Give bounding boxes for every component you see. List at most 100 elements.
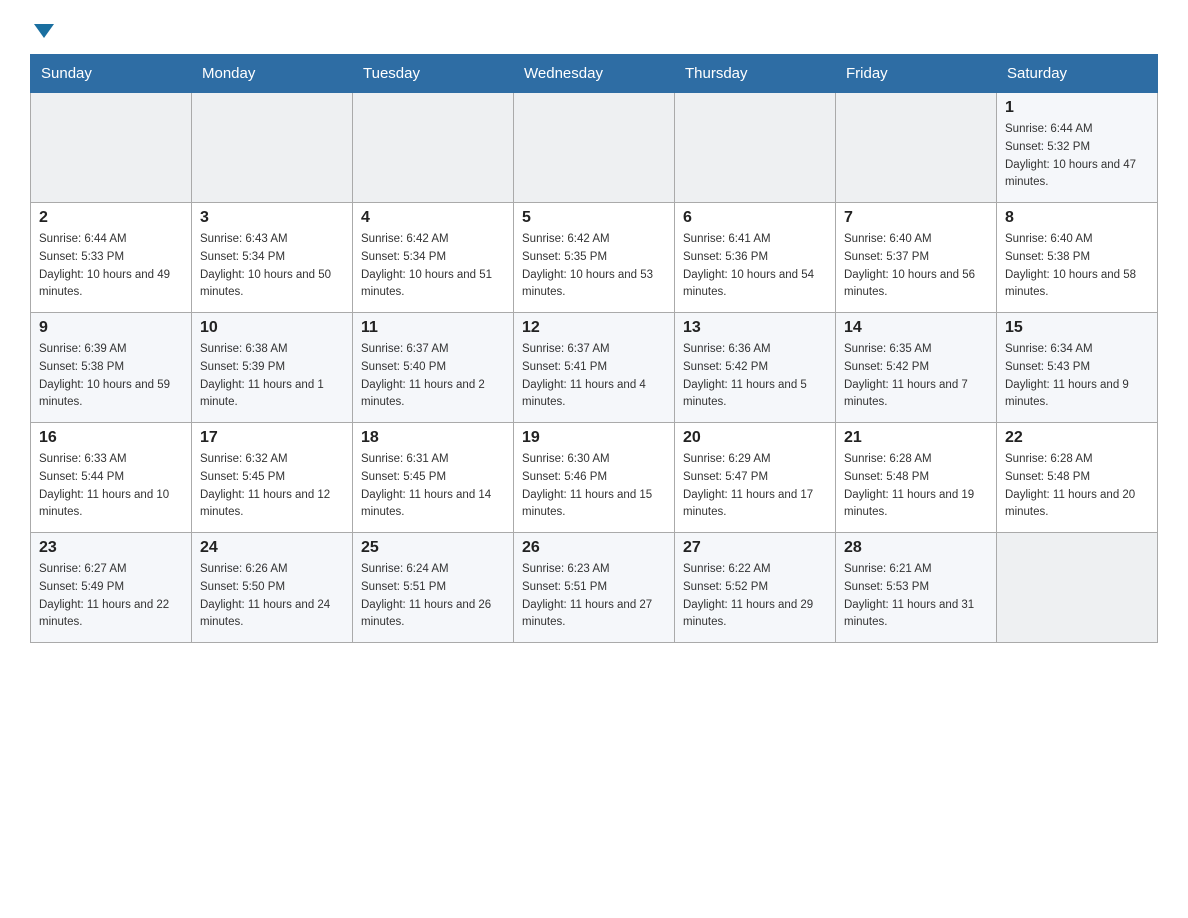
- day-info: Sunrise: 6:33 AM Sunset: 5:44 PM Dayligh…: [39, 451, 183, 522]
- day-number: 9: [39, 319, 183, 337]
- calendar-cell: [353, 93, 514, 203]
- day-info: Sunrise: 6:31 AM Sunset: 5:45 PM Dayligh…: [361, 451, 505, 522]
- calendar-cell: 19 Sunrise: 6:30 AM Sunset: 5:46 PM Dayli…: [514, 423, 675, 533]
- day-number: 10: [200, 319, 344, 337]
- day-info: Sunrise: 6:28 AM Sunset: 5:48 PM Dayligh…: [844, 451, 988, 522]
- day-info: Sunrise: 6:39 AM Sunset: 5:38 PM Dayligh…: [39, 341, 183, 412]
- calendar-week-row: 2 Sunrise: 6:44 AM Sunset: 5:33 PM Daylig…: [31, 203, 1158, 313]
- calendar-cell: 6Sunrise: 6:41 AM Sunset: 5:36 PM Daylig…: [675, 203, 836, 313]
- day-info: Sunrise: 6:38 AM Sunset: 5:39 PM Dayligh…: [200, 341, 344, 412]
- day-number: 1: [1005, 99, 1149, 117]
- day-number: 13: [683, 319, 827, 337]
- day-number: 3: [200, 209, 344, 227]
- day-info: Sunrise: 6:28 AM Sunset: 5:48 PM Dayligh…: [1005, 451, 1149, 522]
- day-info: Sunrise: 6:43 AM Sunset: 5:34 PM Dayligh…: [200, 231, 344, 302]
- calendar-cell: 11 Sunrise: 6:37 AM Sunset: 5:40 PM Dayli…: [353, 313, 514, 423]
- day-info: Sunrise: 6:23 AM Sunset: 5:51 PM Dayligh…: [522, 561, 666, 632]
- day-info: Sunrise: 6:44 AM Sunset: 5:33 PM Dayligh…: [39, 231, 183, 302]
- day-of-week-header: Friday: [836, 55, 997, 93]
- calendar-cell: 1 Sunrise: 6:44 AM Sunset: 5:32 PM Daylig…: [997, 93, 1158, 203]
- page-header: [30, 20, 1158, 38]
- calendar-cell: 21Sunrise: 6:28 AM Sunset: 5:48 PM Dayli…: [836, 423, 997, 533]
- calendar-cell: 4 Sunrise: 6:42 AM Sunset: 5:34 PM Daylig…: [353, 203, 514, 313]
- calendar-table: SundayMondayTuesdayWednesdayThursdayFrid…: [30, 54, 1158, 643]
- calendar-cell: 3 Sunrise: 6:43 AM Sunset: 5:34 PM Daylig…: [192, 203, 353, 313]
- calendar-week-row: 9 Sunrise: 6:39 AM Sunset: 5:38 PM Daylig…: [31, 313, 1158, 423]
- logo-general-text: [30, 20, 54, 38]
- calendar-cell: 13 Sunrise: 6:36 AM Sunset: 5:42 PM Dayli…: [675, 313, 836, 423]
- day-number: 22: [1005, 429, 1149, 447]
- calendar-cell: 5 Sunrise: 6:42 AM Sunset: 5:35 PM Daylig…: [514, 203, 675, 313]
- calendar-cell: 17Sunrise: 6:32 AM Sunset: 5:45 PM Dayli…: [192, 423, 353, 533]
- calendar-cell: 27 Sunrise: 6:22 AM Sunset: 5:52 PM Dayli…: [675, 533, 836, 643]
- day-number: 17: [200, 429, 344, 447]
- day-info: Sunrise: 6:34 AM Sunset: 5:43 PM Dayligh…: [1005, 341, 1149, 412]
- day-info: Sunrise: 6:41 AM Sunset: 5:36 PM Dayligh…: [683, 231, 827, 302]
- day-number: 24: [200, 539, 344, 557]
- calendar-cell: [675, 93, 836, 203]
- calendar-header-row: SundayMondayTuesdayWednesdayThursdayFrid…: [31, 55, 1158, 93]
- calendar-cell: [836, 93, 997, 203]
- calendar-cell: 22 Sunrise: 6:28 AM Sunset: 5:48 PM Dayli…: [997, 423, 1158, 533]
- calendar-cell: 25 Sunrise: 6:24 AM Sunset: 5:51 PM Dayli…: [353, 533, 514, 643]
- day-number: 27: [683, 539, 827, 557]
- calendar-cell: [31, 93, 192, 203]
- calendar-cell: 24 Sunrise: 6:26 AM Sunset: 5:50 PM Dayli…: [192, 533, 353, 643]
- calendar-week-row: 16 Sunrise: 6:33 AM Sunset: 5:44 PM Dayli…: [31, 423, 1158, 533]
- day-info: Sunrise: 6:44 AM Sunset: 5:32 PM Dayligh…: [1005, 121, 1149, 192]
- day-number: 12: [522, 319, 666, 337]
- day-info: Sunrise: 6:40 AM Sunset: 5:37 PM Dayligh…: [844, 231, 988, 302]
- day-number: 2: [39, 209, 183, 227]
- calendar-cell: 20Sunrise: 6:29 AM Sunset: 5:47 PM Dayli…: [675, 423, 836, 533]
- day-number: 15: [1005, 319, 1149, 337]
- day-info: Sunrise: 6:26 AM Sunset: 5:50 PM Dayligh…: [200, 561, 344, 632]
- calendar-cell: 12 Sunrise: 6:37 AM Sunset: 5:41 PM Dayli…: [514, 313, 675, 423]
- day-info: Sunrise: 6:35 AM Sunset: 5:42 PM Dayligh…: [844, 341, 988, 412]
- day-number: 4: [361, 209, 505, 227]
- calendar-cell: 26 Sunrise: 6:23 AM Sunset: 5:51 PM Dayli…: [514, 533, 675, 643]
- calendar-cell: 18 Sunrise: 6:31 AM Sunset: 5:45 PM Dayli…: [353, 423, 514, 533]
- day-number: 16: [39, 429, 183, 447]
- day-of-week-header: Saturday: [997, 55, 1158, 93]
- day-number: 8: [1005, 209, 1149, 227]
- calendar-cell: 16 Sunrise: 6:33 AM Sunset: 5:44 PM Dayli…: [31, 423, 192, 533]
- logo-arrow-icon: [34, 24, 54, 38]
- day-of-week-header: Sunday: [31, 55, 192, 93]
- day-number: 14: [844, 319, 988, 337]
- day-info: Sunrise: 6:37 AM Sunset: 5:41 PM Dayligh…: [522, 341, 666, 412]
- day-info: Sunrise: 6:37 AM Sunset: 5:40 PM Dayligh…: [361, 341, 505, 412]
- day-number: 11: [361, 319, 505, 337]
- day-number: 5: [522, 209, 666, 227]
- logo: [30, 20, 54, 38]
- day-info: Sunrise: 6:27 AM Sunset: 5:49 PM Dayligh…: [39, 561, 183, 632]
- calendar-cell: 15 Sunrise: 6:34 AM Sunset: 5:43 PM Dayli…: [997, 313, 1158, 423]
- calendar-week-row: 1 Sunrise: 6:44 AM Sunset: 5:32 PM Daylig…: [31, 93, 1158, 203]
- calendar-cell: 28 Sunrise: 6:21 AM Sunset: 5:53 PM Dayli…: [836, 533, 997, 643]
- day-info: Sunrise: 6:42 AM Sunset: 5:34 PM Dayligh…: [361, 231, 505, 302]
- day-number: 19: [522, 429, 666, 447]
- day-number: 7: [844, 209, 988, 227]
- calendar-cell: [192, 93, 353, 203]
- day-info: Sunrise: 6:21 AM Sunset: 5:53 PM Dayligh…: [844, 561, 988, 632]
- day-info: Sunrise: 6:30 AM Sunset: 5:46 PM Dayligh…: [522, 451, 666, 522]
- calendar-cell: 10 Sunrise: 6:38 AM Sunset: 5:39 PM Dayli…: [192, 313, 353, 423]
- calendar-cell: 8Sunrise: 6:40 AM Sunset: 5:38 PM Daylig…: [997, 203, 1158, 313]
- day-number: 18: [361, 429, 505, 447]
- day-info: Sunrise: 6:22 AM Sunset: 5:52 PM Dayligh…: [683, 561, 827, 632]
- calendar-cell: 2 Sunrise: 6:44 AM Sunset: 5:33 PM Daylig…: [31, 203, 192, 313]
- calendar-week-row: 23 Sunrise: 6:27 AM Sunset: 5:49 PM Dayli…: [31, 533, 1158, 643]
- day-info: Sunrise: 6:36 AM Sunset: 5:42 PM Dayligh…: [683, 341, 827, 412]
- calendar-cell: 7 Sunrise: 6:40 AM Sunset: 5:37 PM Daylig…: [836, 203, 997, 313]
- day-of-week-header: Monday: [192, 55, 353, 93]
- day-info: Sunrise: 6:42 AM Sunset: 5:35 PM Dayligh…: [522, 231, 666, 302]
- day-number: 26: [522, 539, 666, 557]
- day-number: 25: [361, 539, 505, 557]
- day-number: 28: [844, 539, 988, 557]
- day-info: Sunrise: 6:24 AM Sunset: 5:51 PM Dayligh…: [361, 561, 505, 632]
- calendar-cell: 23 Sunrise: 6:27 AM Sunset: 5:49 PM Dayli…: [31, 533, 192, 643]
- day-info: Sunrise: 6:29 AM Sunset: 5:47 PM Dayligh…: [683, 451, 827, 522]
- day-number: 23: [39, 539, 183, 557]
- day-of-week-header: Tuesday: [353, 55, 514, 93]
- calendar-cell: 9 Sunrise: 6:39 AM Sunset: 5:38 PM Daylig…: [31, 313, 192, 423]
- day-of-week-header: Thursday: [675, 55, 836, 93]
